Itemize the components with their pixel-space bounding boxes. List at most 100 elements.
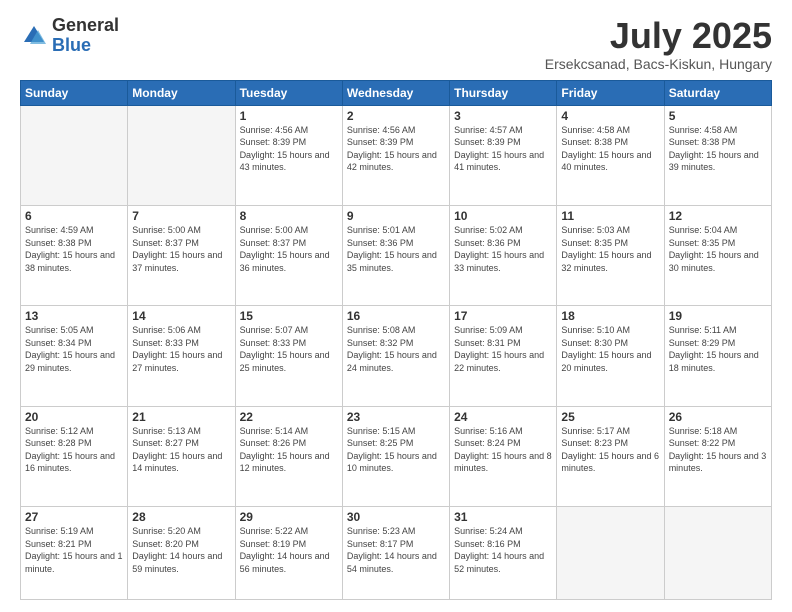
calendar-cell: 16Sunrise: 5:08 AM Sunset: 8:32 PM Dayli…	[342, 306, 449, 406]
day-info: Sunrise: 5:11 AM Sunset: 8:29 PM Dayligh…	[669, 324, 767, 374]
calendar-header-row: Sunday Monday Tuesday Wednesday Thursday…	[21, 80, 772, 105]
day-info: Sunrise: 5:00 AM Sunset: 8:37 PM Dayligh…	[240, 224, 338, 274]
day-number: 1	[240, 109, 338, 123]
day-number: 18	[561, 309, 659, 323]
calendar-cell	[21, 105, 128, 205]
day-info: Sunrise: 4:56 AM Sunset: 8:39 PM Dayligh…	[240, 124, 338, 174]
day-info: Sunrise: 4:59 AM Sunset: 8:38 PM Dayligh…	[25, 224, 123, 274]
logo-blue-text: Blue	[52, 36, 119, 56]
day-info: Sunrise: 5:06 AM Sunset: 8:33 PM Dayligh…	[132, 324, 230, 374]
day-number: 11	[561, 209, 659, 223]
calendar-cell: 17Sunrise: 5:09 AM Sunset: 8:31 PM Dayli…	[450, 306, 557, 406]
calendar-week-row-1: 6Sunrise: 4:59 AM Sunset: 8:38 PM Daylig…	[21, 205, 772, 305]
title-block: July 2025 Ersekcsanad, Bacs-Kiskun, Hung…	[545, 16, 772, 72]
col-thursday: Thursday	[450, 80, 557, 105]
col-monday: Monday	[128, 80, 235, 105]
day-number: 5	[669, 109, 767, 123]
col-friday: Friday	[557, 80, 664, 105]
calendar-cell: 5Sunrise: 4:58 AM Sunset: 8:38 PM Daylig…	[664, 105, 771, 205]
calendar-cell: 30Sunrise: 5:23 AM Sunset: 8:17 PM Dayli…	[342, 506, 449, 599]
calendar-cell: 13Sunrise: 5:05 AM Sunset: 8:34 PM Dayli…	[21, 306, 128, 406]
day-number: 8	[240, 209, 338, 223]
calendar-cell: 9Sunrise: 5:01 AM Sunset: 8:36 PM Daylig…	[342, 205, 449, 305]
day-info: Sunrise: 5:07 AM Sunset: 8:33 PM Dayligh…	[240, 324, 338, 374]
day-number: 15	[240, 309, 338, 323]
calendar-cell: 24Sunrise: 5:16 AM Sunset: 8:24 PM Dayli…	[450, 406, 557, 506]
day-info: Sunrise: 4:56 AM Sunset: 8:39 PM Dayligh…	[347, 124, 445, 174]
calendar-week-row-2: 13Sunrise: 5:05 AM Sunset: 8:34 PM Dayli…	[21, 306, 772, 406]
calendar-cell: 23Sunrise: 5:15 AM Sunset: 8:25 PM Dayli…	[342, 406, 449, 506]
day-number: 19	[669, 309, 767, 323]
calendar-cell: 25Sunrise: 5:17 AM Sunset: 8:23 PM Dayli…	[557, 406, 664, 506]
day-number: 28	[132, 510, 230, 524]
calendar-cell: 10Sunrise: 5:02 AM Sunset: 8:36 PM Dayli…	[450, 205, 557, 305]
calendar-cell: 6Sunrise: 4:59 AM Sunset: 8:38 PM Daylig…	[21, 205, 128, 305]
day-info: Sunrise: 5:12 AM Sunset: 8:28 PM Dayligh…	[25, 425, 123, 475]
calendar-cell: 19Sunrise: 5:11 AM Sunset: 8:29 PM Dayli…	[664, 306, 771, 406]
day-info: Sunrise: 5:03 AM Sunset: 8:35 PM Dayligh…	[561, 224, 659, 274]
day-number: 16	[347, 309, 445, 323]
calendar-cell: 4Sunrise: 4:58 AM Sunset: 8:38 PM Daylig…	[557, 105, 664, 205]
logo-text: General Blue	[52, 16, 119, 56]
main-title: July 2025	[545, 16, 772, 56]
calendar-cell: 11Sunrise: 5:03 AM Sunset: 8:35 PM Dayli…	[557, 205, 664, 305]
day-number: 27	[25, 510, 123, 524]
logo-icon	[20, 22, 48, 50]
day-number: 25	[561, 410, 659, 424]
calendar-cell	[664, 506, 771, 599]
col-wednesday: Wednesday	[342, 80, 449, 105]
calendar-cell: 21Sunrise: 5:13 AM Sunset: 8:27 PM Dayli…	[128, 406, 235, 506]
day-info: Sunrise: 5:04 AM Sunset: 8:35 PM Dayligh…	[669, 224, 767, 274]
day-number: 14	[132, 309, 230, 323]
day-number: 4	[561, 109, 659, 123]
calendar-cell: 29Sunrise: 5:22 AM Sunset: 8:19 PM Dayli…	[235, 506, 342, 599]
calendar-cell: 28Sunrise: 5:20 AM Sunset: 8:20 PM Dayli…	[128, 506, 235, 599]
day-info: Sunrise: 4:57 AM Sunset: 8:39 PM Dayligh…	[454, 124, 552, 174]
day-info: Sunrise: 5:09 AM Sunset: 8:31 PM Dayligh…	[454, 324, 552, 374]
col-saturday: Saturday	[664, 80, 771, 105]
day-info: Sunrise: 5:22 AM Sunset: 8:19 PM Dayligh…	[240, 525, 338, 575]
day-info: Sunrise: 5:19 AM Sunset: 8:21 PM Dayligh…	[25, 525, 123, 575]
day-number: 6	[25, 209, 123, 223]
day-number: 23	[347, 410, 445, 424]
calendar-cell	[557, 506, 664, 599]
page: General Blue July 2025 Ersekcsanad, Bacs…	[0, 0, 792, 612]
logo-general-text: General	[52, 16, 119, 36]
day-number: 3	[454, 109, 552, 123]
calendar-cell: 7Sunrise: 5:00 AM Sunset: 8:37 PM Daylig…	[128, 205, 235, 305]
day-number: 22	[240, 410, 338, 424]
day-info: Sunrise: 5:08 AM Sunset: 8:32 PM Dayligh…	[347, 324, 445, 374]
calendar-week-row-3: 20Sunrise: 5:12 AM Sunset: 8:28 PM Dayli…	[21, 406, 772, 506]
day-number: 13	[25, 309, 123, 323]
calendar-table: Sunday Monday Tuesday Wednesday Thursday…	[20, 80, 772, 600]
day-number: 20	[25, 410, 123, 424]
day-info: Sunrise: 5:15 AM Sunset: 8:25 PM Dayligh…	[347, 425, 445, 475]
day-number: 21	[132, 410, 230, 424]
day-info: Sunrise: 5:10 AM Sunset: 8:30 PM Dayligh…	[561, 324, 659, 374]
day-info: Sunrise: 5:16 AM Sunset: 8:24 PM Dayligh…	[454, 425, 552, 475]
day-info: Sunrise: 5:20 AM Sunset: 8:20 PM Dayligh…	[132, 525, 230, 575]
col-tuesday: Tuesday	[235, 80, 342, 105]
day-number: 2	[347, 109, 445, 123]
calendar-cell: 15Sunrise: 5:07 AM Sunset: 8:33 PM Dayli…	[235, 306, 342, 406]
calendar-cell: 22Sunrise: 5:14 AM Sunset: 8:26 PM Dayli…	[235, 406, 342, 506]
day-info: Sunrise: 5:13 AM Sunset: 8:27 PM Dayligh…	[132, 425, 230, 475]
day-number: 24	[454, 410, 552, 424]
calendar-cell	[128, 105, 235, 205]
header: General Blue July 2025 Ersekcsanad, Bacs…	[20, 16, 772, 72]
calendar-cell: 12Sunrise: 5:04 AM Sunset: 8:35 PM Dayli…	[664, 205, 771, 305]
day-info: Sunrise: 4:58 AM Sunset: 8:38 PM Dayligh…	[561, 124, 659, 174]
day-info: Sunrise: 5:01 AM Sunset: 8:36 PM Dayligh…	[347, 224, 445, 274]
calendar-week-row-0: 1Sunrise: 4:56 AM Sunset: 8:39 PM Daylig…	[21, 105, 772, 205]
day-number: 9	[347, 209, 445, 223]
day-number: 31	[454, 510, 552, 524]
subtitle: Ersekcsanad, Bacs-Kiskun, Hungary	[545, 56, 772, 72]
calendar-cell: 20Sunrise: 5:12 AM Sunset: 8:28 PM Dayli…	[21, 406, 128, 506]
day-number: 7	[132, 209, 230, 223]
col-sunday: Sunday	[21, 80, 128, 105]
day-info: Sunrise: 5:18 AM Sunset: 8:22 PM Dayligh…	[669, 425, 767, 475]
calendar-cell: 8Sunrise: 5:00 AM Sunset: 8:37 PM Daylig…	[235, 205, 342, 305]
day-info: Sunrise: 5:02 AM Sunset: 8:36 PM Dayligh…	[454, 224, 552, 274]
day-info: Sunrise: 5:05 AM Sunset: 8:34 PM Dayligh…	[25, 324, 123, 374]
calendar-week-row-4: 27Sunrise: 5:19 AM Sunset: 8:21 PM Dayli…	[21, 506, 772, 599]
